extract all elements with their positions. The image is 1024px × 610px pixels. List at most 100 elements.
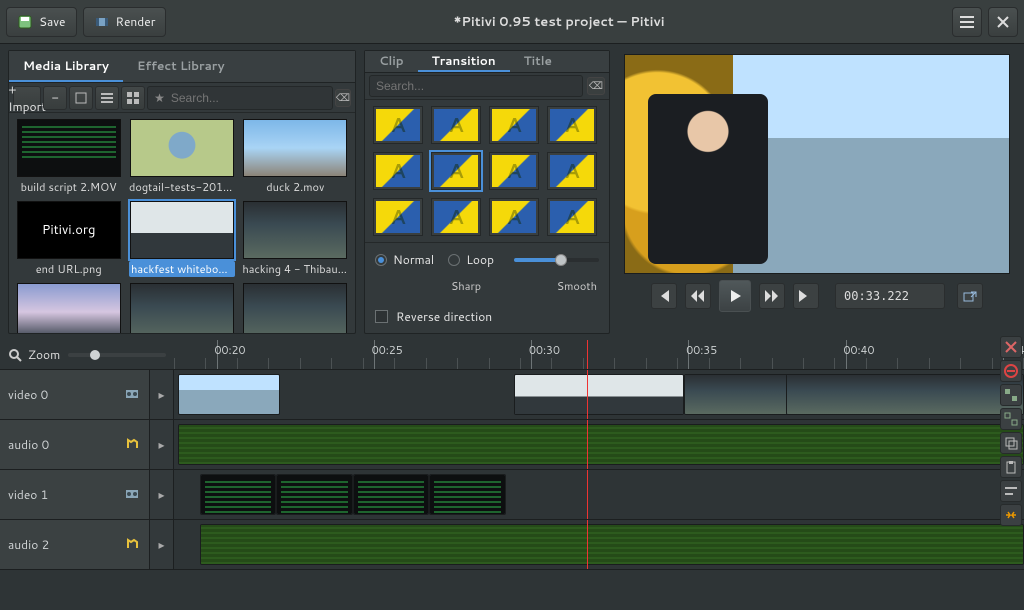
track-body[interactable] xyxy=(174,370,1024,419)
checkbox[interactable] xyxy=(375,310,388,323)
media-item[interactable]: hacking 4 - Thibault... xyxy=(240,199,351,279)
time-ruler[interactable]: 00:2000:2500:3000:3500:4000:45 xyxy=(174,340,1024,369)
media-search[interactable]: ★ xyxy=(147,86,333,110)
video-clip[interactable] xyxy=(786,374,1024,415)
radio-loop[interactable]: Loop xyxy=(448,251,494,268)
video-clip[interactable] xyxy=(514,374,684,415)
media-item[interactable]: MVI_0048.MOV xyxy=(126,281,237,333)
ungroup-tool[interactable] xyxy=(1000,408,1022,430)
transition-item[interactable] xyxy=(373,152,423,190)
skip-start-icon xyxy=(657,290,671,302)
transition-item[interactable] xyxy=(547,106,597,144)
close-window-button[interactable] xyxy=(988,7,1018,37)
track-expand[interactable]: ▸ xyxy=(150,420,174,469)
media-item[interactable]: build script 2.MOV xyxy=(13,117,124,197)
transition-item[interactable] xyxy=(489,198,539,236)
audio-clip[interactable] xyxy=(178,424,1024,465)
media-item[interactable]: dogtail-tests-2013-... xyxy=(126,117,237,197)
video-clip[interactable] xyxy=(429,474,506,515)
track-header[interactable]: audio 0 xyxy=(0,420,150,469)
transition-item[interactable] xyxy=(547,198,597,236)
playhead[interactable] xyxy=(587,340,588,369)
tab-transition[interactable]: Transition xyxy=(418,51,510,72)
tab-title[interactable]: Title xyxy=(510,51,566,72)
tab-effect-library[interactable]: Effect Library xyxy=(123,51,239,82)
tab-clip[interactable]: Clip xyxy=(365,51,418,72)
timecode[interactable]: 00:33.222 xyxy=(835,283,945,309)
transition-clear-button[interactable]: ⌫ xyxy=(587,77,605,95)
media-item[interactable]: hackfest whiteboar... xyxy=(126,199,237,279)
transition-item[interactable] xyxy=(431,106,481,144)
delete-tool[interactable] xyxy=(1000,360,1022,382)
clip-properties-button[interactable] xyxy=(69,86,93,110)
track-body[interactable] xyxy=(174,470,1024,519)
play-button[interactable] xyxy=(719,280,751,312)
zoom-slider[interactable] xyxy=(68,353,166,357)
group-icon xyxy=(1004,388,1018,402)
copy-tool[interactable] xyxy=(1000,432,1022,454)
media-item[interactable]: MVI_0001.MOV xyxy=(13,281,124,333)
group-tool[interactable] xyxy=(1000,384,1022,406)
goto-end-button[interactable] xyxy=(793,283,819,309)
transition-item[interactable] xyxy=(489,106,539,144)
transition-item[interactable] xyxy=(373,198,423,236)
menu-button[interactable] xyxy=(952,7,982,37)
paste-tool[interactable] xyxy=(1000,456,1022,478)
rewind-button[interactable] xyxy=(685,283,711,309)
import-button[interactable]: + Import xyxy=(13,86,41,110)
media-item[interactable]: duck 2.mov xyxy=(240,117,351,197)
video-clip[interactable] xyxy=(276,474,353,515)
track-header[interactable]: audio 2 xyxy=(0,520,150,569)
video-clip[interactable] xyxy=(178,374,280,415)
save-button[interactable]: Save xyxy=(6,7,77,37)
video-clip[interactable] xyxy=(200,474,277,515)
forward-button[interactable] xyxy=(759,283,785,309)
track-expand[interactable]: ▸ xyxy=(150,370,174,419)
track-header[interactable]: video 1 xyxy=(0,470,150,519)
view-grid-button[interactable] xyxy=(121,86,145,110)
track-body[interactable] xyxy=(174,520,1024,569)
track: video 1▸ xyxy=(0,470,1024,520)
video-clip[interactable] xyxy=(353,474,430,515)
media-search-input[interactable] xyxy=(171,91,326,105)
media-library-panel: Media Library Effect Library + Import − … xyxy=(8,50,356,334)
radio-normal[interactable]: Normal xyxy=(375,251,434,268)
tracks-area[interactable]: video 0▸audio 0▸video 1▸audio 2▸ xyxy=(0,370,1024,610)
transition-item[interactable] xyxy=(373,106,423,144)
media-item[interactable]: Pitivi.orgend URL.png xyxy=(13,199,124,279)
clear-search-button[interactable]: ⌫ xyxy=(335,89,351,107)
split-tool[interactable] xyxy=(1000,336,1022,358)
transition-item[interactable] xyxy=(431,152,481,190)
transition-controls: Normal Loop Sharp Smooth Reverse directi… xyxy=(365,242,609,333)
align-tool[interactable] xyxy=(1000,480,1022,502)
media-name: hacking 4 - Thibault... xyxy=(242,261,348,277)
remove-clip-button[interactable]: − xyxy=(43,86,67,110)
detach-viewer-button[interactable] xyxy=(957,283,983,309)
reverse-direction-row[interactable]: Reverse direction xyxy=(375,304,599,325)
star-icon: ★ xyxy=(154,89,165,106)
transition-sharpness-slider[interactable] xyxy=(514,258,599,262)
gapless-tool[interactable] xyxy=(1000,504,1022,526)
track-header[interactable]: video 0 xyxy=(0,370,150,419)
transition-icon xyxy=(492,155,536,187)
audio-clip[interactable] xyxy=(200,524,1024,565)
view-list-button[interactable] xyxy=(95,86,119,110)
list-icon xyxy=(101,93,113,103)
zoom-icon xyxy=(8,348,22,362)
preview-viewer[interactable] xyxy=(624,54,1010,274)
skip-end-icon xyxy=(799,290,813,302)
media-thumb xyxy=(130,119,234,177)
transition-item[interactable] xyxy=(547,152,597,190)
track-expand[interactable]: ▸ xyxy=(150,470,174,519)
tab-media-library[interactable]: Media Library xyxy=(9,51,123,82)
transition-search-input[interactable] xyxy=(369,75,583,97)
transition-item[interactable] xyxy=(431,198,481,236)
goto-start-button[interactable] xyxy=(651,283,677,309)
media-item[interactable]: MVI_0117.MOV xyxy=(240,281,351,333)
render-button[interactable]: Render xyxy=(83,7,167,37)
track-body[interactable] xyxy=(174,420,1024,469)
radio-dot xyxy=(375,254,387,266)
transition-item[interactable] xyxy=(489,152,539,190)
track-name: audio 0 xyxy=(8,436,49,453)
track-expand[interactable]: ▸ xyxy=(150,520,174,569)
